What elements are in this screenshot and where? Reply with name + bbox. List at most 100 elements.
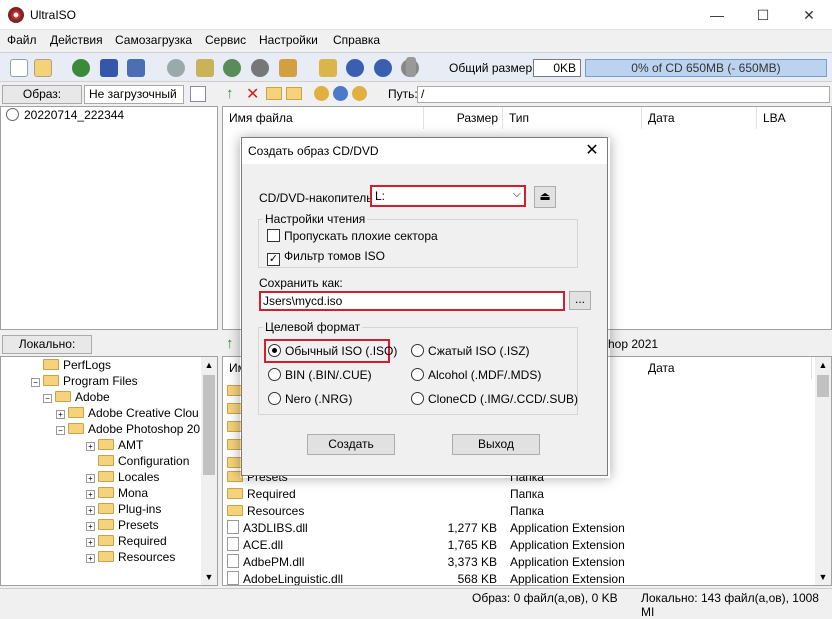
settings-icon[interactable] bbox=[314, 86, 329, 101]
close-button[interactable]: ✕ bbox=[786, 0, 832, 30]
format-clonecd-radio[interactable]: CloneCD (.IMG/.CCD/.SUB) bbox=[411, 391, 578, 408]
expand-icon[interactable]: + bbox=[86, 554, 95, 563]
col-filename[interactable]: Имя файла bbox=[223, 107, 424, 129]
menu-actions[interactable]: Действия bbox=[50, 33, 103, 47]
exit-button[interactable]: Выход bbox=[452, 434, 540, 455]
local-file-row[interactable]: A3DLIBS.dll 1,277 KB Application Extension bbox=[227, 520, 807, 537]
local-tree-item[interactable]: PerfLogs bbox=[31, 357, 111, 374]
mount-icon[interactable] bbox=[196, 59, 214, 77]
up-arrow-icon[interactable]: ↑ bbox=[226, 85, 234, 102]
file-size: 3,373 KB bbox=[447, 555, 497, 569]
browse-button[interactable]: ... bbox=[569, 291, 591, 310]
local-tree-item[interactable]: + Plug-ins bbox=[86, 501, 161, 518]
local-tree-label: AMT bbox=[118, 438, 144, 452]
collapse-icon[interactable]: − bbox=[43, 394, 52, 403]
col-size[interactable]: Размер bbox=[424, 107, 503, 129]
extract-icon[interactable] bbox=[72, 59, 90, 77]
gear-icon[interactable] bbox=[333, 86, 348, 101]
file-type: Папка bbox=[510, 504, 544, 518]
skip-bad-sectors-checkbox[interactable]: Пропускать плохие сектора bbox=[267, 228, 438, 245]
menu-boot[interactable]: Самозагрузка bbox=[115, 33, 192, 47]
col-type[interactable]: Тип bbox=[503, 107, 642, 129]
collapse-icon[interactable]: − bbox=[56, 426, 65, 435]
local-tree-item[interactable]: + Mona bbox=[86, 485, 148, 502]
format-alcohol-radio[interactable]: Alcohol (.MDF/.MDS) bbox=[411, 367, 541, 384]
compress-icon[interactable] bbox=[223, 59, 241, 77]
local-tree-item[interactable]: + Presets bbox=[86, 517, 159, 534]
local-file-row[interactable]: Resources Папка bbox=[227, 503, 807, 520]
cd-drive-icon[interactable] bbox=[251, 59, 269, 77]
expand-icon[interactable]: + bbox=[86, 522, 95, 531]
delete-icon[interactable]: ✕ bbox=[246, 84, 259, 104]
local-tree-item[interactable]: + Locales bbox=[86, 469, 159, 486]
local-file-scrollbar[interactable]: ▲ ▼ bbox=[815, 357, 831, 585]
add-folder-icon[interactable] bbox=[266, 87, 282, 100]
local-file-row[interactable]: AdbePM.dll 3,373 KB Application Extension bbox=[227, 554, 807, 571]
path-field[interactable]: / bbox=[417, 86, 830, 103]
iso-filter-checkbox[interactable]: ✓ Фильтр томов ISO bbox=[267, 248, 385, 266]
drive-select[interactable]: L: ⌵ bbox=[370, 185, 526, 207]
burn-icon[interactable] bbox=[167, 59, 185, 77]
save-as-field[interactable]: Jsers\mycd.iso bbox=[259, 291, 565, 311]
info-icon[interactable] bbox=[346, 59, 364, 77]
local-tree-item[interactable]: − Adobe bbox=[43, 389, 110, 406]
local-tree-item[interactable]: + Resources bbox=[86, 549, 175, 566]
expand-icon[interactable]: + bbox=[86, 506, 95, 515]
expand-icon[interactable]: + bbox=[86, 538, 95, 547]
col-date[interactable]: Дата bbox=[642, 107, 757, 129]
refresh-icon[interactable] bbox=[352, 86, 367, 101]
rename-icon[interactable] bbox=[286, 87, 302, 100]
minimize-button[interactable]: — bbox=[694, 0, 740, 30]
edit-boot-icon[interactable] bbox=[190, 86, 206, 102]
local-tree-item[interactable]: − Adobe Photoshop 20 bbox=[56, 421, 200, 438]
col-lba[interactable]: LBA bbox=[757, 107, 831, 129]
dialog-close-button[interactable]: ✕ bbox=[577, 138, 607, 164]
boot-type-field[interactable]: Не загрузочный bbox=[84, 85, 184, 104]
local-file-row[interactable]: ACE.dll 1,765 KB Application Extension bbox=[227, 537, 807, 554]
local-up-icon[interactable]: ↑ bbox=[226, 335, 234, 352]
format-bin-radio[interactable]: BIN (.BIN/.CUE) bbox=[268, 367, 372, 384]
local-file-row[interactable]: Required Папка bbox=[227, 486, 807, 503]
local-tree-item[interactable]: + AMT bbox=[86, 437, 143, 454]
menu-options[interactable]: Настройки bbox=[259, 33, 318, 47]
file-scroll-up-icon[interactable]: ▲ bbox=[815, 357, 831, 373]
local-tree-label: Mona bbox=[118, 486, 149, 500]
local-file-row[interactable]: AdobeLinguistic.dll 568 KB Application Ext… bbox=[227, 571, 807, 585]
expand-icon[interactable]: + bbox=[86, 474, 95, 483]
expand-icon[interactable]: + bbox=[86, 490, 95, 499]
save-icon[interactable] bbox=[100, 59, 118, 77]
file-scroll-thumb[interactable] bbox=[817, 375, 829, 397]
exit-icon[interactable] bbox=[406, 57, 416, 77]
scroll-down-icon[interactable]: ▼ bbox=[201, 569, 217, 585]
expand-icon[interactable]: + bbox=[86, 442, 95, 451]
format-isz-radio[interactable]: Сжатый ISO (.ISZ) bbox=[411, 343, 530, 360]
local-col-date[interactable]: Дата bbox=[642, 357, 812, 379]
file-type: Application Extension bbox=[510, 555, 625, 569]
eject-button[interactable]: ⏏ bbox=[534, 186, 556, 208]
format-nero-radio[interactable]: Nero (.NRG) bbox=[268, 391, 352, 408]
local-tree-item[interactable]: + Required bbox=[86, 533, 167, 550]
save-as-icon[interactable] bbox=[127, 59, 145, 77]
image-root-item[interactable]: 20220714_222344 bbox=[6, 107, 124, 124]
scroll-up-icon[interactable]: ▲ bbox=[201, 357, 217, 373]
local-tree-scrollbar[interactable]: ▲ ▼ bbox=[201, 357, 217, 585]
new-icon[interactable] bbox=[10, 59, 28, 77]
format-iso-radio[interactable]: Обычный ISO (.ISO) bbox=[268, 343, 397, 360]
local-tree-item[interactable]: + Adobe Creative Clou bbox=[56, 405, 199, 422]
open-icon[interactable] bbox=[34, 59, 52, 77]
scroll-thumb[interactable] bbox=[203, 375, 215, 475]
create-button[interactable]: Создать bbox=[307, 434, 395, 455]
properties-icon[interactable] bbox=[319, 59, 337, 77]
local-tree-item[interactable]: − Program Files bbox=[31, 373, 138, 390]
target-format-label: Целевой формат bbox=[263, 320, 363, 334]
menu-file[interactable]: Файл bbox=[7, 33, 37, 47]
expand-icon[interactable]: + bbox=[56, 410, 65, 419]
file-scroll-down-icon[interactable]: ▼ bbox=[815, 569, 831, 585]
menu-help[interactable]: Справка bbox=[333, 33, 380, 47]
menu-tools[interactable]: Сервис bbox=[205, 33, 246, 47]
help-icon[interactable] bbox=[374, 59, 392, 77]
local-tree-item[interactable]: Configuration bbox=[86, 453, 189, 470]
tools-icon[interactable] bbox=[279, 59, 297, 77]
collapse-icon[interactable]: − bbox=[31, 378, 40, 387]
maximize-button[interactable]: ☐ bbox=[740, 0, 786, 30]
